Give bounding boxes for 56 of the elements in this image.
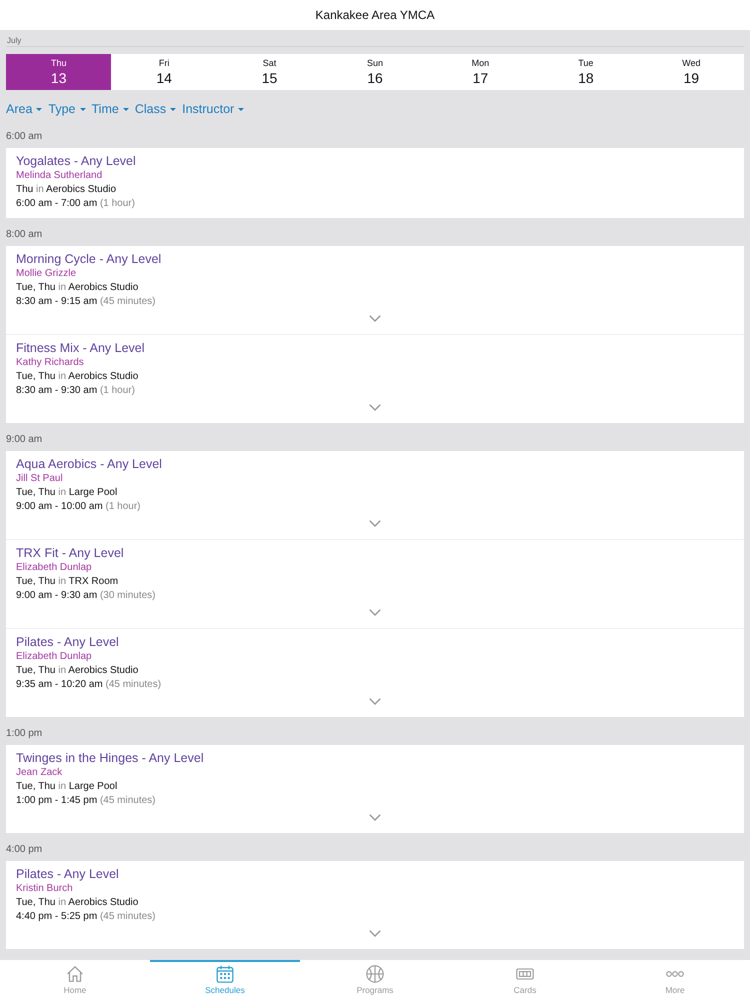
class-title[interactable]: TRX Fit - Any Level <box>16 545 124 561</box>
section-time: 6:00 am <box>6 131 42 143</box>
instructor-name: Mollie Grizzle <box>16 267 76 281</box>
class-location: Tue, Thu in Aerobics Studio <box>16 896 138 910</box>
instructor-name: Elizabeth Dunlap <box>16 561 92 575</box>
class-location: Tue, Thu in TRX Room <box>16 575 118 589</box>
class-title[interactable]: Twinges in the Hinges - Any Level <box>16 750 204 766</box>
class-time: 9:00 am - 10:00 am (1 hour) <box>16 500 141 514</box>
class-title[interactable]: Aqua Aerobics - Any Level <box>16 456 162 472</box>
class-title[interactable]: Fitness Mix - Any Level <box>16 340 145 356</box>
chevron-down-icon[interactable] <box>369 608 381 616</box>
class-location: Tue, Thu in Large Pool <box>16 486 118 500</box>
class-time: 4:40 pm - 5:25 pm (45 minutes) <box>16 910 156 924</box>
chevron-down-icon[interactable] <box>369 814 381 820</box>
class-title[interactable]: Pilates - Any Level <box>16 866 119 882</box>
class-time: 8:30 am - 9:30 am (1 hour) <box>16 384 135 398</box>
section-time: 1:00 pm <box>6 728 42 740</box>
instructor-name: Elizabeth Dunlap <box>16 650 92 664</box>
class-time: 9:00 am - 9:30 am (30 minutes) <box>16 589 156 603</box>
caret-icon <box>36 108 42 110</box>
class-title[interactable]: Yogalates - Any Level <box>16 153 136 169</box>
instructor-name: Melinda Sutherland <box>16 169 102 183</box>
class-title[interactable]: Pilates - Any Level <box>16 634 119 650</box>
instructor-name: Kristin Burch <box>16 882 73 896</box>
instructor-name: Jean Zack <box>16 766 62 780</box>
caret-icon <box>80 108 86 110</box>
class-time: 1:00 pm - 1:45 pm (45 minutes) <box>16 794 156 808</box>
day-button[interactable]: Thu 13 <box>6 54 112 90</box>
instructor-name: Kathy Richards <box>16 356 84 370</box>
instructor-name: Jill St Paul <box>16 472 63 486</box>
class-location: Tue, Thu in Aerobics Studio <box>16 664 138 678</box>
caret-icon <box>122 108 129 110</box>
chevron-down-icon[interactable] <box>369 404 381 410</box>
class-location: Tue, Thu in Aerobics Studio <box>16 281 138 295</box>
caret-icon <box>238 108 244 110</box>
section-time: 4:00 pm <box>6 844 42 856</box>
home-icon <box>66 965 84 983</box>
class-location: Tue, Thu in Large Pool <box>16 780 118 794</box>
class-time: 8:30 am - 9:15 am (45 minutes) <box>16 295 156 309</box>
header-title: Kankakee Area YMCA <box>315 8 435 22</box>
calendar-icon <box>216 965 234 983</box>
chevron-down-icon[interactable] <box>369 930 381 936</box>
more-icon <box>666 971 684 977</box>
section-time: 9:00 am <box>6 434 42 446</box>
chevron-down-icon[interactable] <box>369 520 381 526</box>
chevron-down-icon[interactable] <box>369 698 381 704</box>
chevron-down-icon[interactable] <box>369 314 381 322</box>
class-title[interactable]: Morning Cycle - Any Level <box>16 251 162 267</box>
section-time: 8:00 am <box>6 229 42 241</box>
class-time: 9:35 am - 10:20 am (45 minutes) <box>16 678 162 692</box>
basketball-icon <box>366 965 384 983</box>
class-time: 6:00 am - 7:00 am (1 hour) <box>16 197 135 211</box>
month-label: July <box>6 36 22 46</box>
class-location: Tue, Thu in Aerobics Studio <box>16 370 138 384</box>
caret-icon <box>170 108 176 110</box>
class-location: Thu in Aerobics Studio <box>16 183 116 197</box>
